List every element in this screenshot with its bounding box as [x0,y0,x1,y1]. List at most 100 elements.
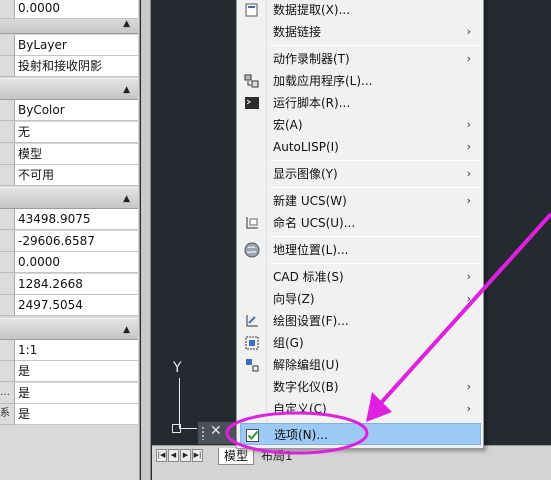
menu-item-label: 数据链接 [273,25,322,39]
menu-item-group[interactable]: 组(G) [240,332,481,354]
property-value[interactable]: 0.0000 [15,0,138,19]
menu-item-options[interactable]: 选项(N)... [240,423,481,445]
submenu-arrow-icon: › [466,52,471,65]
property-value[interactable]: 投射和接收阴影 [15,56,138,77]
previous-tab-icon[interactable]: ◀ [168,449,179,462]
menu-separator [270,45,480,46]
tab-layout1[interactable]: 布局1 [256,448,298,465]
property-row[interactable]: 0.0000 [0,0,138,19]
collapse-arrow-icon[interactable]: ▲ [123,325,130,335]
group-icon [245,336,259,350]
property-row[interactable]: 系是 [0,404,138,425]
property-row[interactable]: 是 [0,361,138,382]
property-value[interactable]: ByLayer [15,35,138,56]
submenu-arrow-icon: › [466,380,471,393]
property-row[interactable]: 1284.2668 [0,274,138,295]
property-value[interactable]: 是 [15,383,138,404]
menu-separator [270,187,480,188]
collapse-arrow-icon[interactable]: ▲ [123,85,130,95]
property-value[interactable]: -29606.6587 [15,231,138,252]
menu-item-geographic-location[interactable]: 地理位置(L)... [240,239,481,261]
property-row[interactable]: 2497.5054 [0,295,138,316]
data-extract-icon [245,3,258,17]
collapse-arrow-icon[interactable]: ▲ [123,194,130,204]
property-value[interactable]: 不可用 [15,165,138,186]
property-row[interactable]: ByLayer [0,35,138,56]
menu-item-label: 向导(Z) [273,292,315,306]
property-value[interactable]: 1:1 [15,340,138,361]
menu-item-label: 新建 UCS(W) [273,194,347,208]
property-value[interactable]: 是 [15,361,138,382]
collapse-arrow-icon[interactable]: ▲ [123,19,130,29]
tab-model[interactable]: 模型 [218,448,255,465]
menu-item-load-application[interactable]: 加载应用程序(L)... [240,70,481,92]
grip-handle-icon[interactable] [201,426,205,440]
menu-item-cad-standards[interactable]: CAD 标准(S) › [240,266,481,288]
run-script-icon [245,97,259,109]
menu-item-autolisp[interactable]: AutoLISP(I) › [240,136,481,158]
property-value[interactable]: 2497.5054 [15,295,138,316]
property-value[interactable]: 无 [15,122,138,143]
menu-item-label: 绘图设置(F)... [273,314,349,328]
menu-item-label: 显示图像(Y) [273,167,338,181]
load-application-icon [244,74,259,88]
submenu-arrow-icon: › [466,270,471,283]
section-header[interactable]: ▲ [0,187,138,209]
property-row[interactable]: -29606.6587 [0,231,138,252]
menu-item-label: 地理位置(L)... [273,243,349,257]
property-row[interactable]: 不可用 [0,165,138,186]
menu-item-macro[interactable]: 宏(A) › [240,114,481,136]
next-tab-icon[interactable]: ▶ [180,449,191,462]
property-row[interactable]: 投射和接收阴影 [0,56,138,77]
menu-item-label: 组(G) [273,336,304,350]
menu-item-label: 解除编组(U) [273,358,340,372]
property-value[interactable]: 43498.9075 [15,209,138,230]
section-header[interactable]: ▲ [0,318,138,340]
menu-item-wizards[interactable]: 向导(Z) › [240,288,481,310]
first-tab-icon[interactable]: |◀ [156,449,167,462]
section-header[interactable]: ▲ [0,78,138,100]
property-row[interactable]: ByColor [0,100,138,121]
menu-item-run-script[interactable]: 运行脚本(R)... [240,92,481,114]
property-row[interactable]: 无 [0,122,138,143]
palette-empty-area [0,425,138,480]
property-value[interactable]: ByColor [15,100,138,121]
menu-item-drafting-settings[interactable]: 绘图设置(F)... [240,310,481,332]
menu-item-label: AutoLISP(I) [273,140,339,154]
ucs-origin-icon [172,424,181,433]
menu-separator [270,236,480,237]
menu-item-label: 选项(N)... [274,428,328,442]
menu-item-ungroup[interactable]: 解除编组(U) [240,354,481,376]
property-row[interactable]: 1:1 [0,340,138,361]
submenu-arrow-icon: › [466,402,471,415]
options-checkbox-icon [246,429,259,442]
close-icon[interactable]: ✕ [210,423,222,439]
property-row[interactable]: … 是 [0,383,138,404]
property-key-fragment: … [0,383,15,404]
menu-item-label: 加载应用程序(L)... [273,74,373,88]
property-value[interactable]: 模型 [15,144,138,165]
property-value[interactable]: 1284.2668 [15,274,138,295]
ucs-y-label: Y [173,360,182,376]
submenu-arrow-icon: › [466,140,471,153]
properties-palette: ▲ ▲ ▲ ▲ 0.0000 ByLayer 投射和接收阴影 ByColor 无… [0,0,140,480]
menu-item-data-link[interactable]: 数据链接 › [240,21,481,43]
menu-item-data-extraction[interactable]: 数据提取(X)... [240,0,481,21]
property-value[interactable]: 0.0000 [15,252,138,273]
last-tab-icon[interactable]: ▶| [192,449,203,462]
menu-item-tablet[interactable]: 数字化仪(B) › [240,376,481,398]
property-key-fragment: 系 [0,404,15,425]
property-row[interactable]: 0.0000 [0,252,138,273]
menu-item-action-recorder[interactable]: 动作录制器(T) › [240,48,481,70]
menu-item-customize[interactable]: 自定义(C) › [240,398,481,420]
menu-item-display-image[interactable]: 显示图像(Y) › [240,163,481,185]
menu-item-named-ucs[interactable]: 命名 UCS(U)... [240,212,481,234]
property-value[interactable]: 是 [15,404,138,425]
menu-item-new-ucs[interactable]: 新建 UCS(W) › [240,190,481,212]
named-ucs-icon [246,217,258,229]
property-row[interactable]: 模型 [0,144,138,165]
menu-item-label: 运行脚本(R)... [273,96,351,110]
submenu-arrow-icon: › [466,292,471,305]
palette-splitter[interactable] [141,0,151,480]
property-row[interactable]: 43498.9075 [0,209,138,230]
